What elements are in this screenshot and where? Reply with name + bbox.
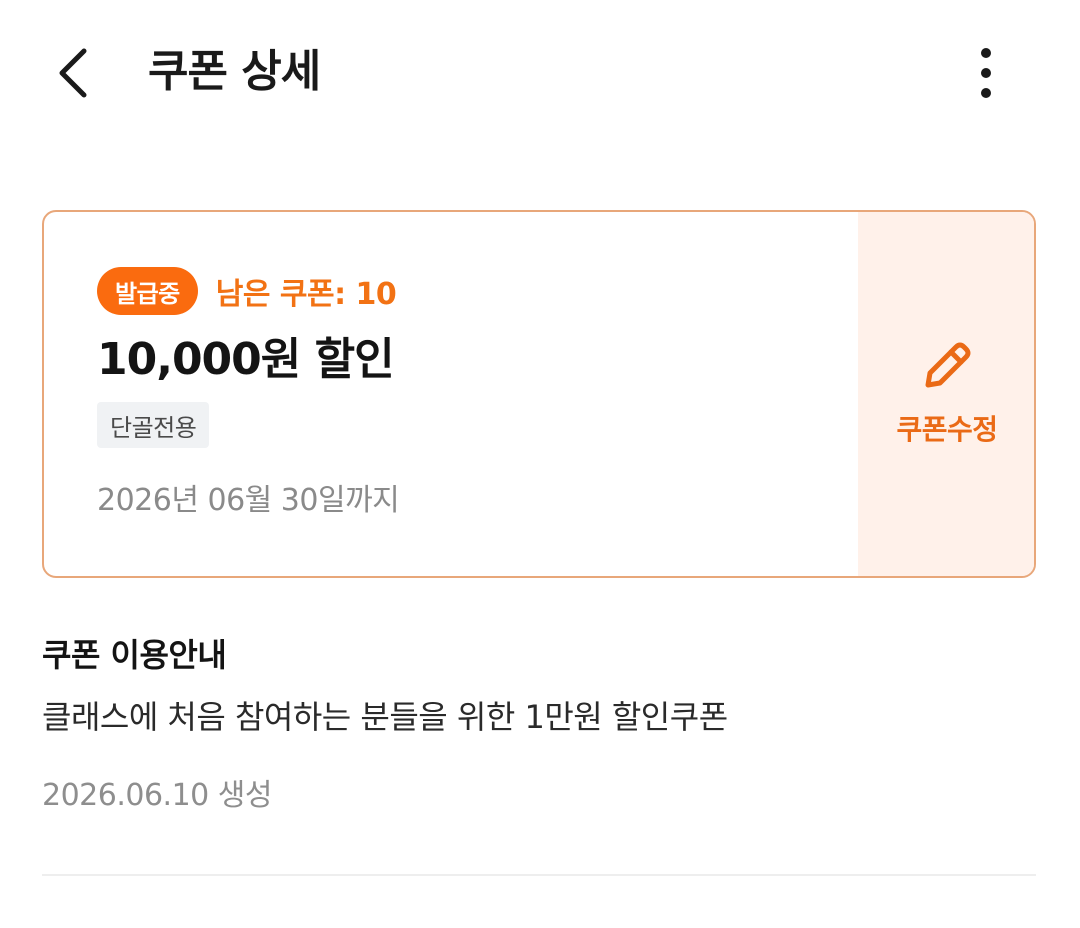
status-row: 발급중 남은 쿠폰: 10 [97, 266, 397, 316]
status-badge: 발급중 [97, 267, 198, 315]
pencil-icon [917, 336, 977, 396]
page-title: 쿠폰 상세 [148, 46, 321, 97]
coupon-tag: 단골전용 [97, 402, 210, 448]
expiry-date: 2026년 06월 30일까지 [97, 483, 400, 518]
app-header: 쿠폰 상세 [0, 0, 1080, 150]
chevron-left-icon [59, 48, 87, 98]
more-vertical-icon [981, 48, 991, 98]
created-date: 2026.06.10 생성 [42, 778, 273, 813]
usage-guide-description: 클래스에 처음 참여하는 분들을 위한 1만원 할인쿠폰 [42, 698, 728, 736]
usage-guide-title: 쿠폰 이용안내 [42, 636, 227, 674]
edit-coupon-button[interactable]: 쿠폰수정 [858, 212, 1034, 576]
remaining-count: 남은 쿠폰: 10 [215, 277, 397, 312]
back-button[interactable] [38, 38, 108, 108]
edit-coupon-label: 쿠폰수정 [896, 413, 998, 446]
coupon-card: 발급중 남은 쿠폰: 10 10,000원 할인 단골전용 2026년 06월 … [42, 210, 1036, 578]
coupon-info: 발급중 남은 쿠폰: 10 10,000원 할인 단골전용 2026년 06월 … [44, 212, 858, 576]
more-options-button[interactable] [955, 38, 1017, 108]
divider [42, 874, 1036, 876]
discount-amount: 10,000원 할인 [97, 334, 395, 385]
